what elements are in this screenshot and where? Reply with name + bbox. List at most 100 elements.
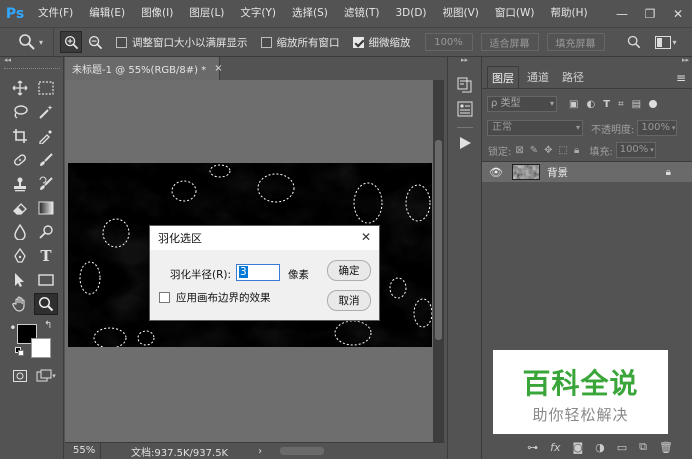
default-colors-icon[interactable] — [15, 347, 24, 356]
close-button[interactable]: ✕ — [664, 0, 692, 27]
eraser-tool[interactable] — [8, 197, 32, 219]
zoom-all-checkbox[interactable] — [260, 36, 272, 48]
crop-tool[interactable] — [8, 125, 32, 147]
history-panel-button[interactable] — [457, 77, 473, 96]
tool-preset-picker[interactable]: ▾ — [0, 27, 54, 57]
layer-name[interactable]: 背景 — [547, 165, 568, 180]
canvas-bounds-option[interactable]: 应用画布边界的效果 — [159, 290, 271, 305]
hand-tool[interactable] — [8, 293, 32, 315]
quick-mask-button[interactable] — [8, 365, 32, 387]
lock-transparent-icon[interactable]: ⊠ — [515, 145, 523, 156]
ok-button[interactable]: 确定 — [327, 260, 371, 281]
link-layers-icon[interactable]: ⊶ — [527, 441, 538, 454]
eye-icon[interactable]: 👁︎ — [489, 166, 503, 179]
menu-view[interactable]: 视图(V) — [435, 0, 487, 27]
filter-adjustment-icon[interactable]: ◐ — [586, 99, 595, 110]
background-color-swatch[interactable] — [31, 338, 51, 358]
close-tab-icon[interactable]: × — [214, 63, 222, 74]
panel-menu-icon[interactable]: ≡ — [676, 71, 686, 85]
healing-brush-tool[interactable] — [8, 149, 32, 171]
lock-artboard-icon[interactable]: ⬚ — [559, 145, 568, 156]
lock-position-icon[interactable]: ✥ — [544, 145, 552, 156]
marquee-tool[interactable] — [34, 77, 58, 99]
move-tool[interactable] — [8, 77, 32, 99]
fx-icon[interactable]: fx — [550, 441, 560, 454]
gradient-tool[interactable] — [34, 197, 58, 219]
trash-icon[interactable]: 🗑︎ — [659, 441, 673, 454]
resize-windows-checkbox[interactable] — [116, 36, 127, 48]
status-menu-arrow[interactable]: › — [258, 446, 262, 457]
tab-paths[interactable]: 路径 — [557, 66, 589, 88]
menu-filter[interactable]: 滤镜(T) — [336, 0, 388, 27]
scrubby-zoom-checkbox[interactable] — [352, 36, 364, 48]
zoom-all-option[interactable]: 缩放所有窗口 — [260, 35, 340, 50]
type-tool[interactable]: T — [34, 245, 58, 267]
fill-input[interactable]: 100% ▾ — [615, 142, 656, 158]
vertical-scroll-thumb[interactable] — [435, 140, 442, 340]
adjustment-layer-icon[interactable]: ◑ — [595, 441, 605, 454]
zoom-out-button[interactable] — [84, 31, 106, 53]
maximize-button[interactable]: ❐ — [636, 0, 664, 27]
zoom-100-button[interactable]: 100% — [424, 33, 473, 51]
toolbox-collapse[interactable]: ◂◂ — [0, 57, 64, 64]
actions-panel-button[interactable] — [459, 137, 471, 152]
magic-wand-tool[interactable] — [34, 101, 58, 123]
lasso-tool[interactable] — [8, 101, 32, 123]
blur-tool[interactable] — [8, 221, 32, 243]
zoom-tool[interactable] — [34, 293, 58, 315]
new-layer-icon[interactable]: ⧉ — [639, 440, 647, 454]
filter-type-icon[interactable]: T — [603, 99, 610, 110]
menu-help[interactable]: 帮助(H) — [543, 0, 596, 27]
menu-edit[interactable]: 编辑(E) — [81, 0, 133, 27]
resize-windows-option[interactable]: 调整窗口大小以满屏显示 — [116, 35, 248, 50]
fill-screen-button[interactable]: 填充屏幕 — [546, 33, 605, 51]
add-mask-icon[interactable]: ◙ — [572, 441, 583, 454]
workspace-switcher[interactable]: ▾ — [654, 35, 677, 49]
lock-pixels-icon[interactable]: ✎ — [530, 145, 538, 156]
blend-mode-select[interactable]: 正常 ▾ — [487, 120, 583, 136]
horizontal-scroll-thumb[interactable] — [280, 447, 325, 455]
filter-image-icon[interactable]: ▣ — [569, 99, 578, 110]
canvas-bounds-checkbox[interactable] — [159, 292, 170, 303]
screen-mode-button[interactable]: ▾ — [34, 365, 58, 387]
swap-colors-icon[interactable]: ↰ — [44, 320, 52, 331]
lock-all-icon[interactable]: 🔒︎ — [574, 145, 579, 156]
properties-panel-button[interactable] — [457, 101, 473, 120]
clone-stamp-tool[interactable] — [8, 173, 32, 195]
layer-row-background[interactable]: 👁︎ 背景 🔒︎ — [482, 162, 692, 182]
menu-select[interactable]: 选择(S) — [284, 0, 336, 27]
dock-collapse[interactable]: ▸▸ — [448, 57, 481, 64]
menu-layer[interactable]: 图层(L) — [181, 0, 232, 27]
brush-tool[interactable] — [34, 149, 58, 171]
path-selection-tool[interactable] — [8, 269, 32, 291]
zoom-level[interactable]: 55% — [65, 443, 101, 459]
rectangle-tool[interactable] — [34, 269, 58, 291]
eyedropper-tool[interactable] — [34, 125, 58, 147]
group-folder-icon[interactable]: ▭ — [617, 441, 627, 454]
menu-window[interactable]: 窗口(W) — [487, 0, 543, 27]
filter-smart-object-icon[interactable]: ▤ — [632, 99, 641, 110]
zoom-in-button[interactable] — [60, 31, 82, 53]
opacity-input[interactable]: 100% ▾ — [637, 120, 678, 136]
minimize-button[interactable]: — — [608, 0, 636, 27]
filter-toggle-icon[interactable] — [649, 100, 658, 108]
horizontal-scrollbar[interactable] — [272, 446, 332, 456]
scrubby-zoom-option[interactable]: 细微缩放 — [352, 35, 411, 50]
filter-shape-icon[interactable]: ⌗ — [618, 99, 624, 110]
panel-collapse[interactable]: ▸▸ — [482, 57, 692, 64]
tab-layers[interactable]: 图层 — [487, 66, 519, 88]
search-button[interactable] — [627, 35, 641, 49]
feather-radius-input[interactable]: 3 — [236, 264, 280, 281]
tab-channels[interactable]: 通道 — [522, 66, 554, 88]
document-tab[interactable]: 未标题-1 @ 55%(RGB/8#) * × — [65, 57, 223, 80]
menu-type[interactable]: 文字(Y) — [232, 0, 284, 27]
dodge-tool[interactable] — [34, 221, 58, 243]
menu-3d[interactable]: 3D(D) — [387, 0, 434, 27]
layer-filter-kind[interactable]: ρ 类型 ▾ — [487, 96, 557, 112]
dialog-close-icon[interactable]: ✕ — [361, 230, 371, 244]
history-brush-tool[interactable] — [34, 173, 58, 195]
fit-screen-button[interactable]: 适合屏幕 — [480, 33, 539, 51]
menu-image[interactable]: 图像(I) — [133, 0, 181, 27]
menu-file[interactable]: 文件(F) — [30, 0, 81, 27]
pen-tool[interactable] — [8, 245, 32, 267]
